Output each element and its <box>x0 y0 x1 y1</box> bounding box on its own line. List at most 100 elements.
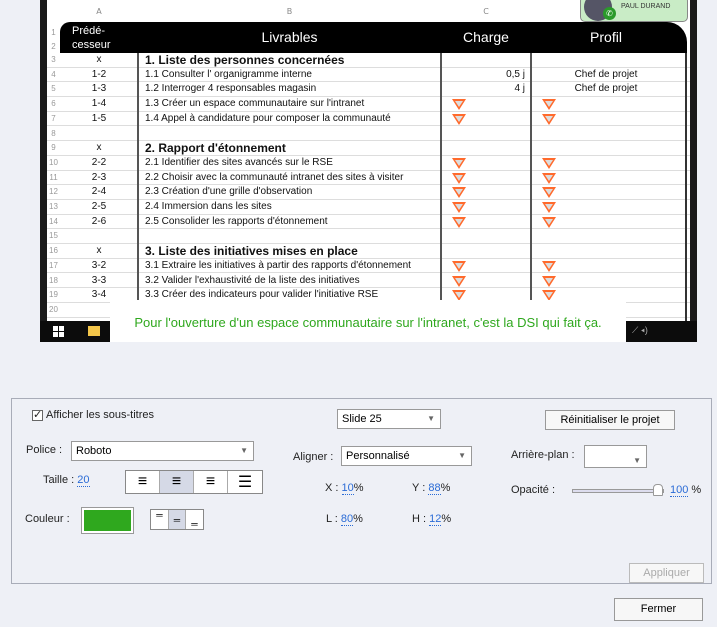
row-number: 6 <box>51 99 56 109</box>
charge-dropdown-icon[interactable] <box>452 216 466 228</box>
header-predecessor: Prédé- cesseur <box>72 25 111 51</box>
align-label: Aligner : <box>293 451 334 463</box>
folder-icon <box>88 326 100 336</box>
charge-dropdown-icon[interactable] <box>452 202 466 213</box>
row-number: 3 <box>51 55 56 64</box>
charge-dropdown-icon[interactable] <box>452 157 466 169</box>
slide-select[interactable]: Slide 25 ▼ <box>337 409 441 429</box>
y-field[interactable]: Y : 88% <box>412 482 450 495</box>
volume-icon: ⟋ ◂) <box>632 325 648 335</box>
table-row: 5 1-3 1.2 Interroger 4 responsables magasi… <box>47 82 690 98</box>
row-number: 16 <box>49 246 58 256</box>
close-button[interactable]: Fermer <box>614 598 703 621</box>
row-number: 10 <box>49 157 58 167</box>
predecessor-cell: x <box>96 142 102 154</box>
header-profil: Profil <box>590 29 622 45</box>
header-livrables: Livrables <box>261 29 318 45</box>
row-number: 11 <box>49 172 58 182</box>
charge-dropdown-icon[interactable] <box>452 113 466 125</box>
col-header-a: A <box>96 7 102 16</box>
task-cell: 1.2 Interroger 4 responsables magasin <box>145 83 317 95</box>
x-field[interactable]: X : 10% <box>325 482 364 495</box>
row-number: 17 <box>49 260 58 270</box>
show-subtitles-label: Afficher les sous-titres <box>46 409 155 421</box>
subtitle-settings-panel: ✓ Afficher les sous-titres Slide 25 ▼ Réi… <box>11 398 712 584</box>
align-select[interactable]: Personnalisé ▼ <box>341 446 472 466</box>
opacity-label: Opacité : <box>511 484 556 496</box>
predecessor-cell: 2-5 <box>91 201 107 212</box>
text-align-group: ≡ ≡ ≡ ☰ <box>125 470 263 494</box>
table-row: 14 2-6 2.5 Consolider les rapports d'étonn… <box>47 215 690 230</box>
valign-bottom-icon[interactable]: ═ <box>186 510 203 529</box>
opacity-field[interactable]: 100 % <box>670 484 701 497</box>
profil-dropdown-icon[interactable] <box>542 187 556 199</box>
profil-dropdown-icon[interactable] <box>542 157 556 169</box>
profil-dropdown-icon[interactable] <box>542 275 556 287</box>
charge-dropdown-icon[interactable] <box>452 99 466 111</box>
opacity-slider[interactable] <box>572 489 664 493</box>
charge-dropdown-icon[interactable] <box>452 187 466 199</box>
profil-dropdown-icon[interactable] <box>542 216 556 228</box>
task-cell: 2.3 Création d'une grille d'observation <box>145 186 313 198</box>
predecessor-cell: 2-2 <box>91 156 107 168</box>
row-number: 15 <box>49 231 58 241</box>
size-field[interactable]: Taille : 20 <box>43 474 90 487</box>
align-justify-icon[interactable]: ☰ <box>228 471 262 493</box>
charge-dropdown-icon[interactable] <box>452 260 466 272</box>
predecessor-cell: 2-6 <box>91 215 107 227</box>
reset-project-button[interactable]: Réinitialiser le projet <box>545 410 675 430</box>
font-select[interactable]: Roboto ▼ <box>71 441 254 461</box>
profil-dropdown-icon[interactable] <box>542 113 556 125</box>
background-select[interactable]: ▼ <box>584 445 647 468</box>
task-cell: 3. Liste des initiatives mises en place <box>145 244 358 259</box>
predecessor-cell: x <box>96 245 102 257</box>
charge-dropdown-icon[interactable] <box>452 275 466 287</box>
table-row: 10 2-2 2.1 Identifier des sites avancés su… <box>47 156 690 171</box>
table-row: 17 3-2 3.1 Extraire les initiatives à part… <box>47 259 690 274</box>
windows-icon <box>53 326 64 337</box>
profil-dropdown-icon[interactable] <box>542 99 556 111</box>
charge-dropdown-icon[interactable] <box>452 172 466 184</box>
row-number: 19 <box>49 290 58 300</box>
l-field[interactable]: L : 80% <box>326 513 363 526</box>
predecessor-cell: 3-2 <box>91 259 107 271</box>
h-field[interactable]: H : 12% <box>412 513 451 526</box>
profil-dropdown-icon[interactable] <box>542 202 556 213</box>
profil-dropdown-icon[interactable] <box>542 260 556 272</box>
task-cell: 3.2 Valider l'exhaustivité de la liste d… <box>145 274 360 286</box>
col-header-b: B <box>286 7 293 16</box>
profil-dropdown-icon[interactable] <box>542 172 556 184</box>
table-row: 18 3-3 3.2 Valider l'exhaustivité de la li… <box>47 274 690 289</box>
row-number: 18 <box>49 275 58 285</box>
apply-button[interactable]: Appliquer <box>629 563 704 583</box>
align-center-icon[interactable]: ≡ <box>160 471 194 493</box>
header-charge: Charge <box>463 29 509 45</box>
task-cell: 3.1 Extraire les initiatives à partir de… <box>145 259 411 271</box>
spreadsheet: A B C 12 Prédé- cesseur Livrables Charge… <box>47 0 690 321</box>
checkbox-icon[interactable]: ✓ <box>32 409 43 421</box>
color-picker[interactable] <box>81 507 134 534</box>
profil-cell: Chef de projet <box>574 68 638 80</box>
row-number: 5 <box>51 84 56 94</box>
opacity-slider-handle[interactable] <box>653 484 663 496</box>
task-cell: 1.3 Créer un espace communautaire sur l'… <box>145 98 365 110</box>
table-row: 6 1-4 1.3 Créer un espace communautaire su… <box>47 97 690 112</box>
caller-name: PAUL DURAND <box>621 3 671 10</box>
color-label: Couleur : <box>25 513 70 525</box>
table-row: 8 <box>47 127 690 142</box>
valign-top-icon[interactable]: ═ <box>151 510 169 529</box>
row-number: 9 <box>51 143 56 153</box>
show-subtitles-checkbox[interactable]: ✓ Afficher les sous-titres <box>32 409 154 421</box>
task-cell: 1. Liste des personnes concernées <box>145 53 345 67</box>
task-cell: 2.4 Immersion dans les sites <box>145 201 272 212</box>
task-cell: 2. Rapport d'étonnement <box>145 141 286 156</box>
charge-cell: 0,5 j <box>506 68 525 80</box>
align-left-icon[interactable]: ≡ <box>126 471 160 493</box>
valign-middle-icon[interactable]: ═ <box>169 510 186 529</box>
row-number: 13 <box>49 202 58 211</box>
table-row: 7 1-5 1.4 Appel à candidature pour compose… <box>47 112 690 127</box>
task-cell: 2.2 Choisir avec la communauté intranet … <box>145 171 404 183</box>
caller-card: ✆ PAUL DURAND <box>580 0 688 22</box>
table-row: 12 2-4 2.3 Création d'une grille d'observa… <box>47 185 690 200</box>
align-right-icon[interactable]: ≡ <box>194 471 228 493</box>
